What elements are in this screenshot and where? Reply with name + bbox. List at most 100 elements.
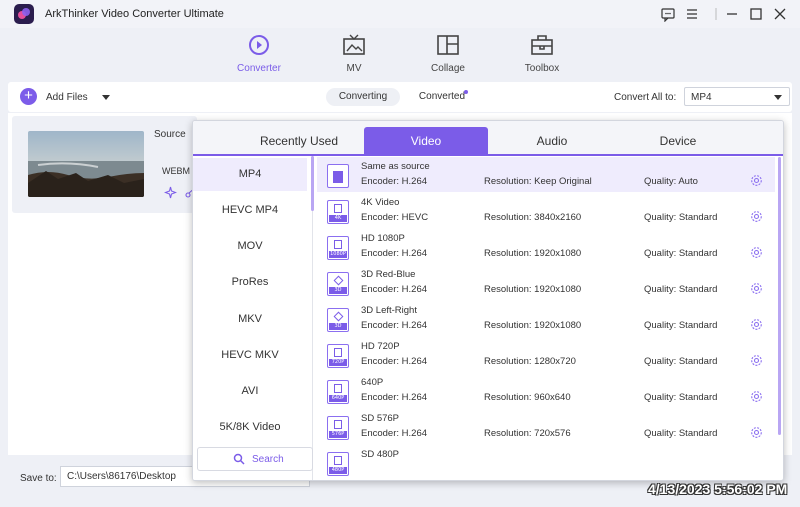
preset-sd-576p[interactable]: 576P SD 576P Encoder: H.264 Resolution: … [317, 409, 775, 444]
maximize-icon[interactable] [748, 6, 764, 22]
format-list-scrollbar[interactable] [311, 156, 314, 211]
nav-label: Toolbox [524, 63, 560, 74]
preset-quality: Quality: Auto [644, 176, 698, 187]
nav-toolbox[interactable]: Toolbox [502, 30, 582, 78]
nav-label: MV [346, 63, 362, 74]
preset-hd-1080p[interactable]: 1080P HD 1080P Encoder: H.264 Resolution… [317, 229, 775, 264]
video-file-icon: 1080P [327, 236, 349, 260]
tab-converting[interactable]: Converting [326, 88, 400, 106]
preset-list: Same as source Encoder: H.264 Resolution… [317, 156, 783, 480]
gear-icon[interactable] [750, 246, 763, 259]
tab-device[interactable]: Device [616, 127, 740, 155]
popup-tabs: Recently Used Video Audio Device [193, 121, 783, 155]
preset-3d-left-right[interactable]: 3D 3D Left-Right Encoder: H.264 Resoluti… [317, 301, 775, 336]
add-files-label: Add Files [46, 92, 88, 103]
format-item-mkv[interactable]: MKV [193, 303, 307, 336]
title-bar: ArkThinker Video Converter Ultimate [0, 0, 800, 28]
minimize-icon[interactable] [724, 6, 740, 22]
preset-name: HD 1080P [361, 233, 405, 244]
converter-icon [247, 34, 271, 56]
video-file-icon: 480P [327, 452, 349, 476]
format-item-prores[interactable]: ProRes [193, 266, 307, 299]
convert-all-select[interactable]: MP4 [684, 87, 790, 106]
preset-quality: Quality: Standard [644, 320, 718, 331]
toolbar: + Add Files Converting Converted Convert… [8, 82, 792, 112]
preset-encoder: Encoder: H.264 [361, 176, 428, 187]
format-item-5k-8k[interactable]: 5K/8K Video [193, 411, 307, 444]
convert-all-label: Convert All to: [614, 92, 677, 103]
preset-badge: 576P [329, 431, 347, 438]
preset-name: Same as source [361, 161, 430, 172]
preset-4k-video[interactable]: 4K 4K Video Encoder: HEVC Resolution: 38… [317, 193, 775, 228]
preset-encoder: Encoder: H.264 [361, 284, 428, 295]
tab-video[interactable]: Video [364, 127, 488, 155]
menu-icon[interactable] [684, 6, 700, 22]
nav-collage[interactable]: Collage [408, 30, 488, 78]
preset-640p[interactable]: 640P 640P Encoder: H.264 Resolution: 960… [317, 373, 775, 408]
video-file-icon: 4K [327, 200, 349, 224]
preset-resolution: Resolution: 1920x1080 [484, 248, 582, 259]
mv-icon [342, 34, 366, 56]
preset-name: 640P [361, 377, 384, 388]
convert-all-value: MP4 [691, 92, 712, 103]
video-file-icon: 640P [327, 380, 349, 404]
close-icon[interactable] [772, 6, 788, 22]
nav-mv[interactable]: MV [314, 30, 394, 78]
gear-icon[interactable] [750, 390, 763, 403]
preset-resolution: Resolution: 1280x720 [484, 356, 576, 367]
preset-badge: 480P [329, 467, 347, 474]
plus-icon: + [20, 88, 37, 105]
format-item-mp4[interactable]: MP4 [193, 158, 307, 191]
video-file-icon: 720P [327, 344, 349, 368]
search-icon [233, 453, 245, 465]
gear-icon[interactable] [750, 282, 763, 295]
preset-name: 4K Video [361, 197, 400, 208]
format-item-mov[interactable]: MOV [193, 230, 307, 263]
app-logo-icon [14, 4, 34, 24]
new-dot-icon [464, 90, 468, 94]
gear-icon[interactable] [750, 318, 763, 331]
preset-encoder: Encoder: HEVC [361, 212, 429, 223]
chevron-down-icon[interactable] [102, 95, 110, 100]
preset-hd-720p[interactable]: 720P HD 720P Encoder: H.264 Resolution: … [317, 337, 775, 372]
preset-encoder: Encoder: H.264 [361, 428, 428, 439]
tab-recently-used[interactable]: Recently Used [237, 127, 361, 155]
preset-name: 3D Left-Right [361, 305, 417, 316]
preset-resolution: Resolution: 960x640 [484, 392, 571, 403]
preset-resolution: Resolution: 1920x1080 [484, 284, 582, 295]
preset-list-scrollbar[interactable] [778, 157, 781, 435]
gear-icon[interactable] [750, 174, 763, 187]
format-item-hevc-mkv[interactable]: HEVC MKV [193, 339, 307, 372]
preset-badge: 640P [329, 395, 347, 402]
preset-same-as-source[interactable]: Same as source Encoder: H.264 Resolution… [317, 157, 775, 192]
preset-3d-red-blue[interactable]: 3D 3D Red-Blue Encoder: H.264 Resolution… [317, 265, 775, 300]
preset-encoder: Encoder: H.264 [361, 248, 428, 259]
chevron-down-icon [774, 95, 782, 100]
enhance-icon[interactable] [164, 186, 177, 199]
file-format-label: WEBM [162, 166, 190, 176]
tab-audio[interactable]: Audio [490, 127, 614, 155]
preset-quality: Quality: Standard [644, 356, 718, 367]
feedback-icon[interactable] [660, 6, 676, 22]
source-label: Source [154, 129, 186, 140]
format-item-hevc-mp4[interactable]: HEVC MP4 [193, 194, 307, 227]
preset-badge: 3D [329, 287, 347, 294]
preset-quality: Quality: Standard [644, 428, 718, 439]
preset-quality: Quality: Standard [644, 212, 718, 223]
nav-converter[interactable]: Converter [219, 30, 299, 78]
nav-label: Collage [431, 63, 465, 74]
format-search-button[interactable]: Search [197, 447, 313, 471]
preset-sd-480p[interactable]: 480P SD 480P [317, 445, 775, 480]
gear-icon[interactable] [750, 354, 763, 367]
preset-badge: 4K [329, 215, 347, 222]
preset-resolution: Resolution: 720x576 [484, 428, 571, 439]
3d-file-icon: 3D [327, 272, 349, 296]
gear-icon[interactable] [750, 426, 763, 439]
same-as-source-icon [327, 164, 349, 188]
preset-name: SD 576P [361, 413, 400, 424]
preset-quality: Quality: Standard [644, 284, 718, 295]
format-popup: Recently Used Video Audio Device MP4 HEV… [192, 120, 784, 481]
format-item-avi[interactable]: AVI [193, 375, 307, 408]
video-thumbnail[interactable] [28, 131, 144, 197]
gear-icon[interactable] [750, 210, 763, 223]
